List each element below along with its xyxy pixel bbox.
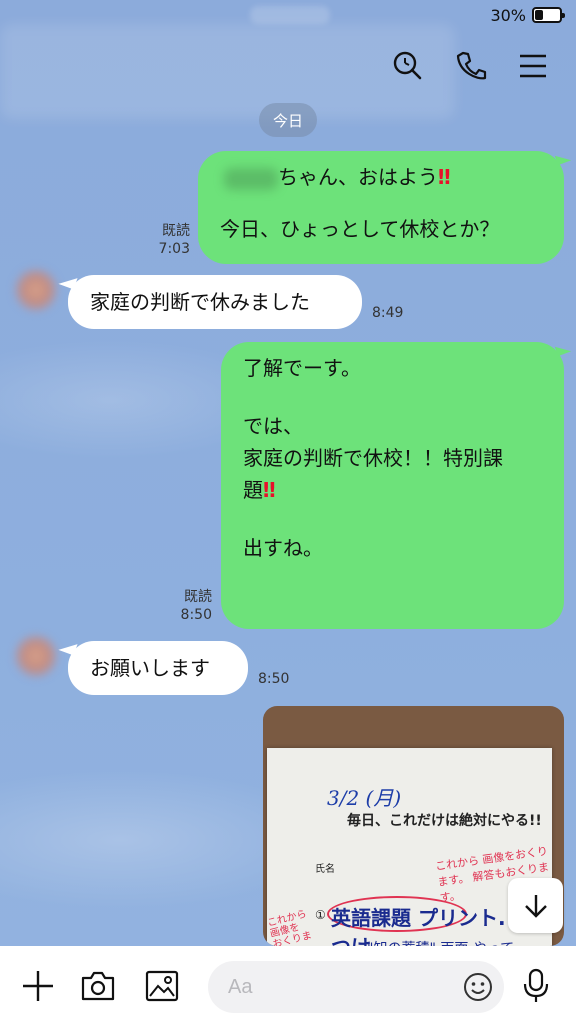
- scroll-to-bottom-button[interactable]: [508, 878, 563, 933]
- double-exclamation-emoji: ‼: [438, 165, 450, 189]
- date-separator: 今日: [259, 103, 317, 137]
- message-composer: [0, 946, 576, 1024]
- worksheet-name-label: 氏名: [315, 864, 335, 875]
- contact-avatar[interactable]: [14, 268, 58, 312]
- message-text: 了解でーす。: [243, 356, 361, 380]
- menu-icon[interactable]: [515, 48, 551, 84]
- image-icon[interactable]: [142, 966, 182, 1006]
- worksheet-date: 3/2 (月): [327, 786, 402, 810]
- read-receipt: 既読: [162, 223, 190, 239]
- read-receipt: 既読: [184, 589, 212, 605]
- message-text: 題: [243, 478, 263, 502]
- message-time: 8:50: [258, 671, 290, 687]
- worksheet-item-number: ①: [315, 908, 326, 922]
- message-line: ちゃん、おはよう‼: [220, 161, 544, 193]
- double-exclamation-emoji: ‼: [263, 478, 275, 502]
- message-meta: 既読 8:50: [172, 588, 212, 624]
- battery-percentage: 30%: [490, 6, 526, 25]
- message-text: ちゃん、おはよう: [278, 165, 438, 189]
- message-input[interactable]: [228, 973, 448, 1001]
- incoming-message-bubble[interactable]: 家庭の判断で休みました: [68, 275, 362, 329]
- contact-avatar[interactable]: [14, 634, 58, 678]
- worksheet-red-note-side: これから 画像を おくります: [266, 908, 314, 946]
- message-text: お願いします: [90, 656, 210, 680]
- message-time: 8:49: [372, 305, 404, 321]
- message-line: 題‼: [243, 474, 548, 506]
- message-input-container: [208, 961, 504, 1013]
- worksheet-title: 毎日、これだけは絶対にやる!!: [347, 813, 542, 829]
- arrow-down-icon: [524, 894, 547, 918]
- emoji-icon[interactable]: [462, 971, 494, 1003]
- message-text: 家庭の判断で休みました: [90, 290, 310, 314]
- message-text: 今日、ひょっとして休校とか？: [220, 217, 500, 241]
- chat-title-blurred[interactable]: [0, 24, 455, 119]
- message-text: では、: [243, 414, 303, 438]
- outgoing-message-bubble[interactable]: ちゃん、おはよう‼ 今日、ひょっとして休校とか？: [198, 151, 564, 264]
- message-time: 8:50: [180, 607, 212, 623]
- chat-header: [0, 24, 576, 119]
- phone-icon[interactable]: [453, 48, 489, 84]
- message-meta: 既読 7:03: [150, 222, 190, 258]
- camera-icon[interactable]: [78, 966, 118, 1006]
- battery-icon: [532, 7, 565, 23]
- search-icon[interactable]: [389, 48, 425, 84]
- redacted-name: [224, 167, 278, 190]
- message-text: 出すね。: [243, 536, 323, 560]
- message-text: 家庭の判断で休校！！特別課: [243, 446, 503, 470]
- microphone-icon[interactable]: [516, 966, 556, 1006]
- message-time: 7:03: [158, 241, 190, 257]
- battery-fill: [535, 10, 543, 20]
- plus-icon[interactable]: [18, 966, 58, 1006]
- incoming-message-bubble[interactable]: お願いします: [68, 641, 248, 695]
- worksheet-item-2: "知の蓄積" 両面 やって: [367, 938, 514, 946]
- outgoing-message-bubble[interactable]: 了解でーす。 では、 家庭の判断で休校！！特別課 題‼ 出すね。: [221, 342, 564, 629]
- status-time-blurred: [250, 6, 330, 24]
